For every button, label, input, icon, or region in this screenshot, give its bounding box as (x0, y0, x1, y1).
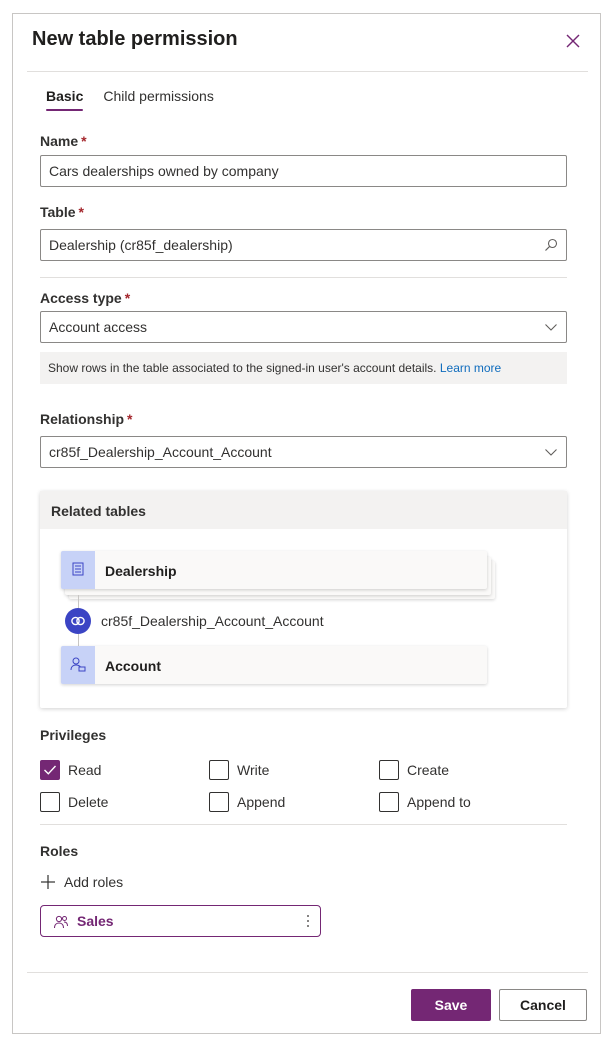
privilege-read-checkbox[interactable]: Read (40, 760, 101, 780)
relation-connector (78, 595, 79, 608)
chevron-down-icon (545, 324, 557, 331)
role-chip-sales[interactable]: Sales (40, 905, 321, 937)
table-icon (61, 551, 95, 589)
roles-heading: Roles (40, 843, 79, 859)
privilege-label: Delete (68, 794, 109, 810)
account-table-label: Account (105, 658, 161, 674)
section-divider (40, 824, 567, 825)
dealership-table-card: Dealership (61, 551, 487, 589)
learn-more-link[interactable]: Learn more (440, 361, 501, 375)
access-type-info: Show rows in the table associated to the… (40, 352, 567, 384)
required-mark: * (127, 411, 133, 427)
table-label: Table * (40, 204, 84, 220)
name-label-text: Name (40, 133, 79, 149)
chevron-down-icon (545, 449, 557, 456)
privilege-label: Append (237, 794, 286, 810)
link-icon (65, 608, 91, 634)
header-divider (27, 71, 588, 72)
name-input-value: Cars dealerships owned by company (49, 163, 279, 179)
add-roles-label: Add roles (64, 874, 124, 890)
table-lookup-input[interactable]: Dealership (cr85f_dealership) (40, 229, 567, 261)
add-icon (41, 875, 55, 889)
save-button[interactable]: Save (411, 989, 491, 1021)
checkbox-box[interactable] (379, 792, 399, 812)
table-label-text: Table (40, 204, 76, 220)
section-divider (40, 277, 567, 278)
checkbox-box[interactable] (40, 760, 60, 780)
footer-divider (27, 972, 588, 973)
close-icon (566, 34, 580, 48)
access-type-label: Access type * (40, 290, 130, 306)
relationship-label-text: Relationship (40, 411, 125, 427)
required-mark: * (124, 290, 131, 306)
dialog-title: New table permission (32, 28, 238, 50)
privilege-label: Write (237, 762, 270, 778)
privilege-label: Append to (407, 794, 471, 810)
access-type-dropdown[interactable]: Account access (40, 311, 567, 343)
table-permission-panel: New table permission Basic Child permiss… (12, 13, 601, 1034)
cancel-button[interactable]: Cancel (499, 989, 587, 1021)
relationship-name: cr85f_Dealership_Account_Account (101, 613, 324, 629)
privilege-delete-checkbox[interactable]: Delete (40, 792, 108, 812)
privilege-append-to-checkbox[interactable]: Append to (379, 792, 471, 812)
privilege-label: Read (68, 762, 102, 778)
checkmark-icon (44, 765, 57, 775)
role-label: Sales (77, 913, 114, 929)
privilege-create-checkbox[interactable]: Create (379, 760, 449, 780)
table-input-value: Dealership (cr85f_dealership) (49, 237, 233, 253)
add-roles-button[interactable]: Add roles (40, 874, 123, 890)
tab-basic[interactable]: Basic (46, 88, 84, 111)
checkbox-box[interactable] (209, 760, 229, 780)
relationship-dropdown[interactable]: cr85f_Dealership_Account_Account (40, 436, 567, 468)
related-tables-heading: Related tables (40, 491, 567, 529)
privilege-write-checkbox[interactable]: Write (209, 760, 269, 780)
related-tables-panel: Related tables Dealership cr85f_Dealersh (40, 491, 567, 708)
privilege-label: Create (407, 762, 450, 778)
relation-connector (78, 634, 79, 646)
people-icon (54, 915, 68, 929)
account-table-card: Account (61, 646, 487, 684)
tab-list: Basic Child permissions (46, 88, 214, 111)
tab-child-permissions[interactable]: Child permissions (103, 88, 213, 110)
checkbox-box[interactable] (379, 760, 399, 780)
dealership-table-label: Dealership (105, 563, 177, 579)
required-mark: * (81, 133, 87, 149)
access-type-label-text: Access type (40, 290, 122, 306)
search-icon[interactable] (544, 238, 558, 252)
privileges-heading: Privileges (40, 727, 107, 743)
more-vertical-icon[interactable] (306, 913, 310, 929)
name-label: Name * (40, 133, 87, 149)
access-info-text: Show rows in the table associated to the… (48, 361, 437, 375)
relationship-value: cr85f_Dealership_Account_Account (49, 444, 272, 460)
close-button[interactable] (562, 30, 584, 52)
name-input[interactable]: Cars dealerships owned by company (40, 155, 567, 187)
checkbox-box[interactable] (40, 792, 60, 812)
checkbox-box[interactable] (209, 792, 229, 812)
dialog-header: New table permission (13, 14, 600, 72)
relationship-label: Relationship * (40, 411, 132, 427)
privilege-append-checkbox[interactable]: Append (209, 792, 285, 812)
account-icon (61, 646, 95, 684)
required-mark: * (78, 204, 84, 220)
access-type-value: Account access (49, 319, 148, 335)
